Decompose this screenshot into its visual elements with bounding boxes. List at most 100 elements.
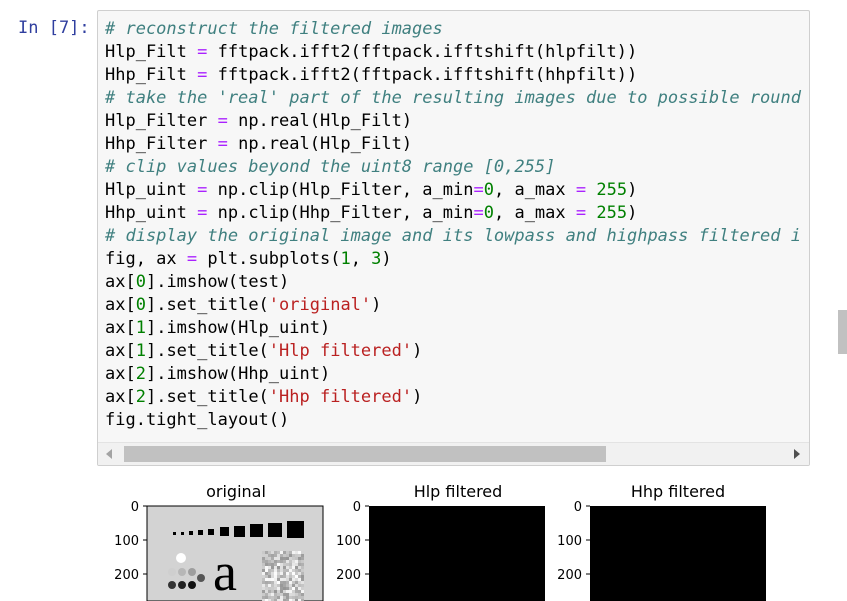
code-line[interactable]: Hlp_Filt = fftpack.ifft2(fftpack.ifftshi… [105, 41, 801, 64]
code-line[interactable]: ax[0].set_title('original') [105, 294, 801, 317]
code-token: = [473, 203, 484, 223]
code-token: Hhp_Filter [105, 134, 218, 154]
code-token: ].set_title( [145, 295, 269, 315]
code-token: Hlp_Filter [105, 111, 218, 131]
code-line[interactable]: ax[0].imshow(test) [105, 271, 801, 294]
subplot-hhp-filtered: Hhp filtered 0 100 200 [557, 482, 766, 601]
code-token: ) [381, 249, 392, 269]
code-token: Hlp_Filt [105, 42, 198, 62]
scrollbar-thumb[interactable] [124, 446, 606, 462]
code-token: = [575, 180, 587, 200]
letter-glyph: a [213, 542, 237, 601]
code-token: plt.subplots( [197, 249, 341, 269]
code-token: ) [412, 387, 423, 407]
code-line[interactable]: Hhp_Filter = np.real(Hlp_Filt) [105, 133, 801, 156]
code-line[interactable]: # take the 'real' part of the resulting … [105, 87, 801, 110]
code-token: # clip values beyond the uint8 range [0,… [105, 157, 556, 177]
horizontal-scrollbar[interactable] [98, 442, 809, 465]
code-token: 1 [135, 341, 146, 361]
code-token: 2 [135, 364, 146, 384]
code-token: = [217, 134, 228, 154]
code-token: 255 [596, 203, 628, 223]
code-token: ) [371, 295, 382, 315]
code-token: ].set_title( [145, 341, 269, 361]
code-line[interactable]: # clip values beyond the uint8 range [0,… [105, 156, 801, 179]
code-token: 'original' [268, 295, 372, 315]
code-token: ax[ [105, 341, 136, 361]
code-token: np.real(Hlp_Filt) [227, 111, 413, 131]
code-token: Hhp_Filt [105, 65, 198, 85]
subplot-original: original a 0 100 200 [114, 482, 324, 601]
code-token: 0 [135, 295, 146, 315]
code-token: # take the 'real' part of the resulting … [105, 88, 801, 108]
code-token: ax[ [105, 318, 136, 338]
page-vertical-scrollbar-thumb[interactable] [838, 310, 847, 354]
code-token: Hhp_uint [105, 203, 198, 223]
code-token: = [217, 111, 228, 131]
code-token: # reconstruct the filtered images [105, 19, 443, 39]
code-cell[interactable]: # reconstruct the filtered images Hlp_Fil… [97, 10, 810, 466]
ytick-label: 200 [557, 568, 582, 583]
code-line[interactable]: # display the original image and its low… [105, 225, 801, 248]
code-token: ax[ [105, 387, 136, 407]
code-token: fig.tight_layout() [105, 410, 290, 430]
ytick-label: 200 [336, 568, 361, 583]
code-token: , a_max [493, 203, 576, 223]
code-token: = [197, 42, 208, 62]
subplot-hlp-filtered: Hlp filtered 0 100 200 [336, 482, 545, 601]
code-token: ax[ [105, 295, 136, 315]
code-token: ax[ [105, 364, 136, 384]
code-token: np.clip(Hhp_Filter, a_min [207, 203, 474, 223]
ytick-label: 100 [336, 534, 361, 549]
code-token: 1 [340, 249, 351, 269]
code-token: , a_max [493, 180, 576, 200]
subplot-title: original [206, 482, 266, 501]
code-token: = [473, 180, 484, 200]
code-token: fftpack.ifft2(fftpack.ifftshift(hhpfilt)… [207, 65, 638, 85]
ytick-label: 100 [114, 534, 139, 549]
code-line[interactable]: ax[1].set_title('Hlp filtered') [105, 340, 801, 363]
code-token: ].imshow(Hhp_uint) [145, 364, 331, 384]
code-line[interactable]: ax[1].imshow(Hlp_uint) [105, 317, 801, 340]
code-line[interactable]: fig.tight_layout() [105, 409, 801, 432]
code-token: np.real(Hlp_Filt) [227, 134, 413, 154]
code-line[interactable]: Hlp_Filter = np.real(Hlp_Filt) [105, 110, 801, 133]
code-line[interactable]: ax[2].imshow(Hhp_uint) [105, 363, 801, 386]
scroll-right-arrow-icon[interactable] [794, 449, 800, 459]
hhp-filtered-image [590, 506, 766, 601]
code-token: 3 [371, 249, 382, 269]
code-token: = [197, 65, 208, 85]
code-token: = [197, 180, 208, 200]
ytick-label: 0 [574, 500, 582, 515]
code-token: 'Hlp filtered' [268, 341, 413, 361]
code-token: Hlp_uint [105, 180, 198, 200]
ytick-label: 200 [114, 568, 139, 583]
code-token: ) [627, 180, 638, 200]
code-token: = [186, 249, 198, 269]
code-token: fig, ax [105, 249, 187, 269]
subplot-title: Hhp filtered [631, 482, 725, 501]
ytick-label: 0 [131, 500, 139, 515]
code-line[interactable]: Hhp_uint = np.clip(Hhp_Filter, a_min=0, … [105, 202, 801, 225]
code-editor[interactable]: # reconstruct the filtered images Hlp_Fil… [105, 18, 801, 432]
code-line[interactable]: ax[2].set_title('Hhp filtered') [105, 386, 801, 409]
subplot-title: Hlp filtered [414, 482, 503, 501]
code-token: fftpack.ifft2(fftpack.ifftshift(hlpfilt)… [207, 42, 638, 62]
code-token: 1 [135, 318, 146, 338]
code-line[interactable]: # reconstruct the filtered images [105, 18, 801, 41]
code-line[interactable]: fig, ax = plt.subplots(1, 3) [105, 248, 801, 271]
ytick-label: 0 [353, 500, 361, 515]
code-line[interactable]: Hlp_uint = np.clip(Hlp_Filter, a_min=0, … [105, 179, 801, 202]
code-token: , [350, 249, 372, 269]
code-token: ].imshow(Hlp_uint) [145, 318, 331, 338]
code-line[interactable]: Hhp_Filt = fftpack.ifft2(fftpack.ifftshi… [105, 64, 801, 87]
scroll-left-arrow-icon[interactable] [106, 449, 112, 459]
code-token: ) [412, 341, 423, 361]
code-token: ].set_title( [145, 387, 269, 407]
input-prompt: In [7]: [18, 18, 90, 38]
code-token: = [575, 203, 587, 223]
noise-patch [262, 551, 304, 601]
code-token: ax[ [105, 272, 136, 292]
